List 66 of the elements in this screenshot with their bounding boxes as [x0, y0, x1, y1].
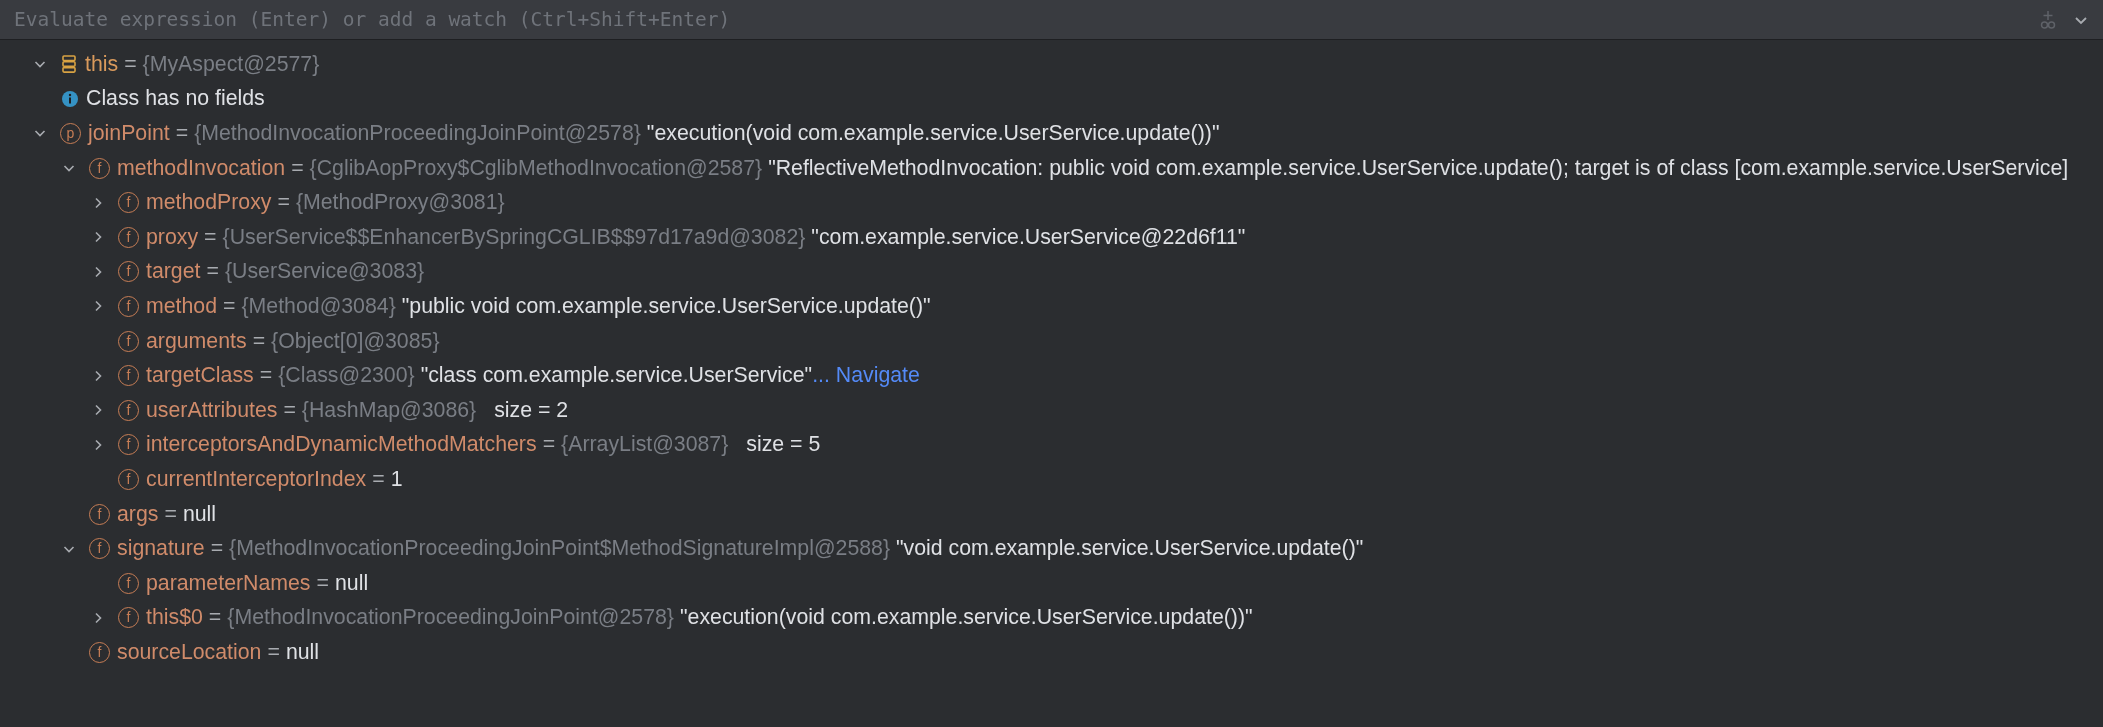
- equals-sign: =: [542, 432, 556, 458]
- variable-name: target: [146, 259, 201, 285]
- variable-value: "com.example.service.UserService@22d6f11": [811, 224, 1246, 250]
- equals-sign: =: [223, 293, 236, 319]
- expression-input[interactable]: Evaluate expression (Enter) or add a watch (Ctrl+Shift+Enter): [14, 4, 2023, 35]
- variable-value: "void com.example.service.UserService.update()": [896, 536, 1364, 562]
- variable-value: "public void com.example.service.UserService.update()": [401, 293, 931, 319]
- object-reference: {UserService$$EnhancerBySpringCGLIB$$97d17a9d@3082}: [222, 224, 806, 250]
- variable-name: method: [146, 293, 218, 319]
- object-reference: {MethodInvocationProceedingJoinPoint@2578}: [194, 121, 641, 146]
- variable-name: methodProxy: [146, 190, 272, 216]
- object-reference: {MethodProxy@3081}: [295, 190, 505, 216]
- equals-sign: =: [208, 605, 222, 631]
- variable-name: parameterNames: [146, 570, 311, 596]
- variable-value: null: [334, 570, 369, 596]
- info-icon: [61, 89, 79, 108]
- variable-name: sourceLocation: [117, 639, 262, 665]
- object-reference: {MyAspect@2577}: [142, 51, 320, 77]
- equals-sign: =: [267, 639, 280, 665]
- object-reference: {Object[0]@3085}: [271, 328, 440, 354]
- equals-sign: =: [164, 501, 177, 527]
- navigate-link[interactable]: ... Navigate: [812, 363, 920, 389]
- variable-name: args: [117, 501, 159, 527]
- object-reference: {HashMap@3086}: [301, 397, 477, 423]
- equals-sign: =: [372, 466, 385, 492]
- variable-value: 1: [390, 466, 403, 492]
- variable-name: interceptorsAndDynamicMethodMatchers: [146, 432, 537, 458]
- object-reference: {MethodInvocationProceedingJoinPoint@2578}: [227, 605, 674, 631]
- variable-value: "class com.example.service.UserService": [420, 363, 813, 389]
- variable-name: arguments: [146, 328, 247, 354]
- variable-name: methodInvocation: [117, 155, 286, 181]
- variable-name: this: [85, 51, 119, 77]
- stack-icon: [60, 54, 78, 75]
- variable-name: joinPoint: [88, 121, 170, 146]
- variable-value: null: [285, 639, 320, 665]
- object-reference: {Method@3084}: [241, 293, 396, 319]
- equals-sign: =: [210, 536, 224, 562]
- equals-sign: =: [291, 155, 304, 181]
- collection-size: size = 2: [494, 397, 569, 423]
- variable-name: currentInterceptorIndex: [146, 466, 367, 492]
- equals-sign: =: [206, 259, 219, 285]
- equals-sign: =: [316, 570, 329, 596]
- object-reference: {MethodInvocationProceedingJoinPoint$MethodSignatureImpl@2588}: [229, 536, 891, 562]
- object-reference: {UserService@3083}: [224, 259, 425, 285]
- info-message: Class has no fields: [86, 86, 265, 112]
- variable-value: null: [182, 501, 217, 527]
- variable-name: userAttributes: [146, 397, 278, 423]
- equals-sign: =: [175, 121, 189, 146]
- variable-value: "ReflectiveMethodInvocation: public void com.example.service.UserService.update(); target is of class [com.example.service.UserService]: [768, 155, 2069, 181]
- collection-size: size = 5: [746, 432, 821, 458]
- variable-name: signature: [117, 536, 205, 562]
- evaluate-expression-field[interactable]: Evaluate expression (Enter) or add a watch (Ctrl+Shift+Enter): [0, 0, 2103, 40]
- object-reference: {Class@2300}: [278, 363, 415, 389]
- variable-value: "execution(void com.example.service.UserService.update())": [680, 605, 1253, 631]
- variable-name: targetClass: [146, 363, 254, 389]
- equals-sign: =: [277, 190, 290, 216]
- equals-sign: =: [204, 224, 217, 250]
- object-reference: {ArrayList@3087}: [561, 432, 729, 458]
- variable-name: proxy: [146, 224, 199, 250]
- equals-sign: =: [283, 397, 296, 423]
- variable-name: this$0: [146, 605, 203, 631]
- equals-sign: =: [124, 51, 137, 77]
- equals-sign: =: [259, 363, 273, 389]
- equals-sign: =: [252, 328, 266, 354]
- variable-value: "execution(void com.example.service.UserService.update())": [646, 121, 1220, 146]
- object-reference: {CglibAopProxy$CglibMethodInvocation@2587}: [309, 155, 763, 181]
